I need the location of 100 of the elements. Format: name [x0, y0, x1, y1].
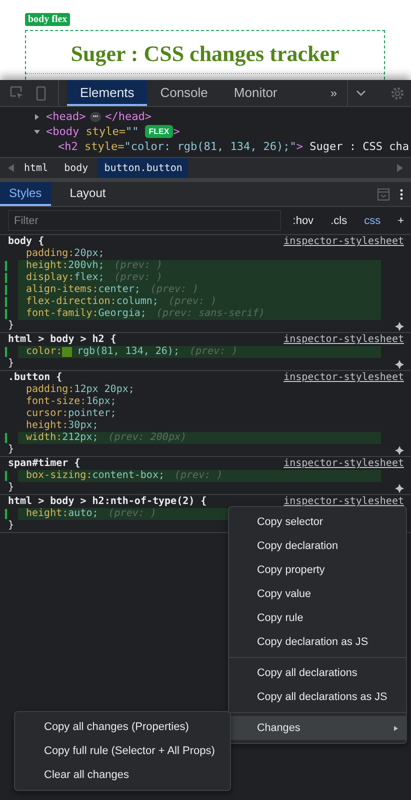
stylesheet-link[interactable]: inspector-stylesheet [284, 372, 404, 384]
css-property[interactable]: font-size: [26, 396, 86, 408]
closing-brace: } [8, 320, 14, 332]
expand-arrow-icon[interactable] [34, 128, 40, 134]
page-title: Suger : CSS changes tracker [70, 41, 340, 67]
stylesheet-link[interactable]: inspector-stylesheet [284, 496, 404, 508]
sidebar-toggle-icon[interactable] [377, 188, 390, 200]
chevron-down-icon[interactable] [356, 90, 366, 96]
tag-name[interactable]: <body [46, 124, 80, 139]
toggle-button[interactable]: .cls [324, 214, 354, 226]
css-value[interactable]: 212px; [62, 432, 98, 444]
css-value[interactable]: flex; [74, 272, 104, 284]
previous-value: (prev: ) [174, 470, 223, 482]
css-property[interactable]: display: [26, 272, 74, 284]
previous-value: (prev: 200px) [108, 432, 187, 444]
css-property[interactable]: font-family: [26, 308, 98, 320]
add-rule-icon[interactable] [395, 360, 404, 368]
stylesheet-link[interactable]: inspector-stylesheet [284, 458, 404, 470]
filter-field[interactable]: Filter [8, 210, 281, 231]
css-property[interactable]: cursor: [26, 408, 68, 420]
css-value[interactable]: auto; [68, 508, 98, 520]
attribute-value: "" [125, 124, 139, 139]
tag-name: </head> [105, 109, 152, 124]
css-value[interactable]: rgb(81, 134, 26); [77, 346, 180, 358]
previous-value: (prev: ) [114, 260, 162, 272]
menu-item[interactable]: Copy property [229, 558, 406, 582]
css-value[interactable]: 16px; [86, 396, 116, 408]
menu-item[interactable]: Copy declaration as JS [229, 630, 406, 654]
closing-brace: } [8, 358, 14, 370]
add-rule-icon[interactable] [395, 484, 404, 492]
pane-tab[interactable]: Styles [0, 182, 51, 206]
css-value[interactable]: center; [98, 284, 140, 296]
css-property[interactable]: align-items: [26, 284, 98, 296]
css-property[interactable]: padding: [26, 248, 74, 260]
css-value[interactable]: 20px; [74, 248, 104, 260]
css-property[interactable]: height: [26, 420, 68, 432]
color-swatch[interactable] [62, 347, 72, 357]
panel-tab[interactable]: Elements [67, 80, 148, 106]
breadcrumb[interactable]: button.button [98, 158, 188, 178]
menu-item[interactable]: Copy full rule (Selector + All Props) [15, 739, 230, 763]
pane-tab[interactable]: Layout [60, 182, 115, 206]
css-selector: html > body > h2:nth-of-type(2) { [8, 496, 207, 508]
css-value[interactable]: column; [116, 296, 158, 308]
settings-icon[interactable] [390, 86, 405, 100]
breadcrumb[interactable]: body [58, 158, 94, 178]
toggle-button[interactable]: + [390, 214, 411, 226]
css-value[interactable]: 12px 20px; [74, 384, 134, 396]
tag-name[interactable]: <head> [46, 109, 86, 124]
submenu-arrow-icon [394, 726, 398, 730]
attribute-value: "color: rgb(81, 134, 26);" [124, 139, 296, 154]
previous-value: (prev: ) [168, 296, 217, 308]
device-icon[interactable] [36, 86, 46, 100]
css-value[interactable]: Georgia; [98, 308, 146, 320]
menu-item[interactable]: Copy value [229, 582, 406, 606]
inspect-icon[interactable] [10, 86, 24, 100]
toggle-button[interactable]: :hov [286, 214, 321, 226]
add-rule-icon[interactable] [395, 322, 404, 330]
add-rule-icon[interactable] [395, 446, 404, 454]
menu-item[interactable]: Changes [229, 716, 406, 740]
css-selector: html > body > h2 { [8, 334, 116, 346]
scroll-right-icon[interactable] [397, 164, 403, 172]
attribute-name: style= [83, 139, 124, 154]
menu-item[interactable]: Copy declaration [229, 534, 406, 558]
css-selector: .button { [8, 372, 62, 384]
menu-item[interactable]: Copy selector [229, 510, 406, 534]
collapsed-content[interactable]: ⋯ [90, 112, 102, 122]
menu-item[interactable]: Clear all changes [15, 763, 230, 787]
node-text: Suger : CSS cha [308, 139, 410, 154]
expand-arrow-icon[interactable] [34, 114, 40, 120]
css-value[interactable]: 200vh; [68, 260, 104, 272]
flex-badge: body flex [25, 13, 70, 26]
css-property[interactable]: height: [26, 508, 68, 520]
css-value[interactable]: pointer; [68, 408, 116, 420]
css-value[interactable]: content-box; [92, 470, 164, 482]
closing-brace: } [8, 482, 14, 494]
previous-value: (prev: ) [189, 346, 238, 358]
breadcrumb[interactable]: html [18, 158, 54, 178]
more-options-icon[interactable] [400, 188, 403, 200]
css-value[interactable]: 30px; [68, 420, 98, 432]
css-property[interactable]: box-sizing: [26, 470, 92, 482]
scroll-left-icon[interactable] [8, 164, 14, 172]
css-property[interactable]: height: [26, 260, 68, 272]
stylesheet-link[interactable]: inspector-stylesheet [284, 334, 404, 346]
panel-tab[interactable]: Console [147, 80, 221, 106]
tag-name[interactable]: <h2 [58, 139, 78, 154]
closing-brace: } [8, 444, 14, 456]
stylesheet-link[interactable]: inspector-stylesheet [284, 236, 404, 248]
menu-item[interactable]: Copy rule [229, 606, 406, 630]
css-property[interactable]: width: [26, 432, 62, 444]
menu-item[interactable]: Copy all declarations [229, 661, 406, 685]
tag-name: > [173, 124, 180, 139]
css-property[interactable]: flex-direction: [26, 296, 116, 308]
toggle-button[interactable]: css [357, 214, 388, 226]
menu-item[interactable]: Copy all declarations as JS [229, 685, 406, 709]
css-property[interactable]: padding: [26, 384, 74, 396]
more-tabs-button[interactable]: » [320, 86, 347, 100]
css-property[interactable]: color: [26, 346, 62, 358]
menu-item[interactable]: Copy all changes (Properties) [15, 715, 230, 739]
previous-value: (prev: ) [114, 272, 162, 284]
panel-tab[interactable]: Monitor [220, 80, 290, 106]
